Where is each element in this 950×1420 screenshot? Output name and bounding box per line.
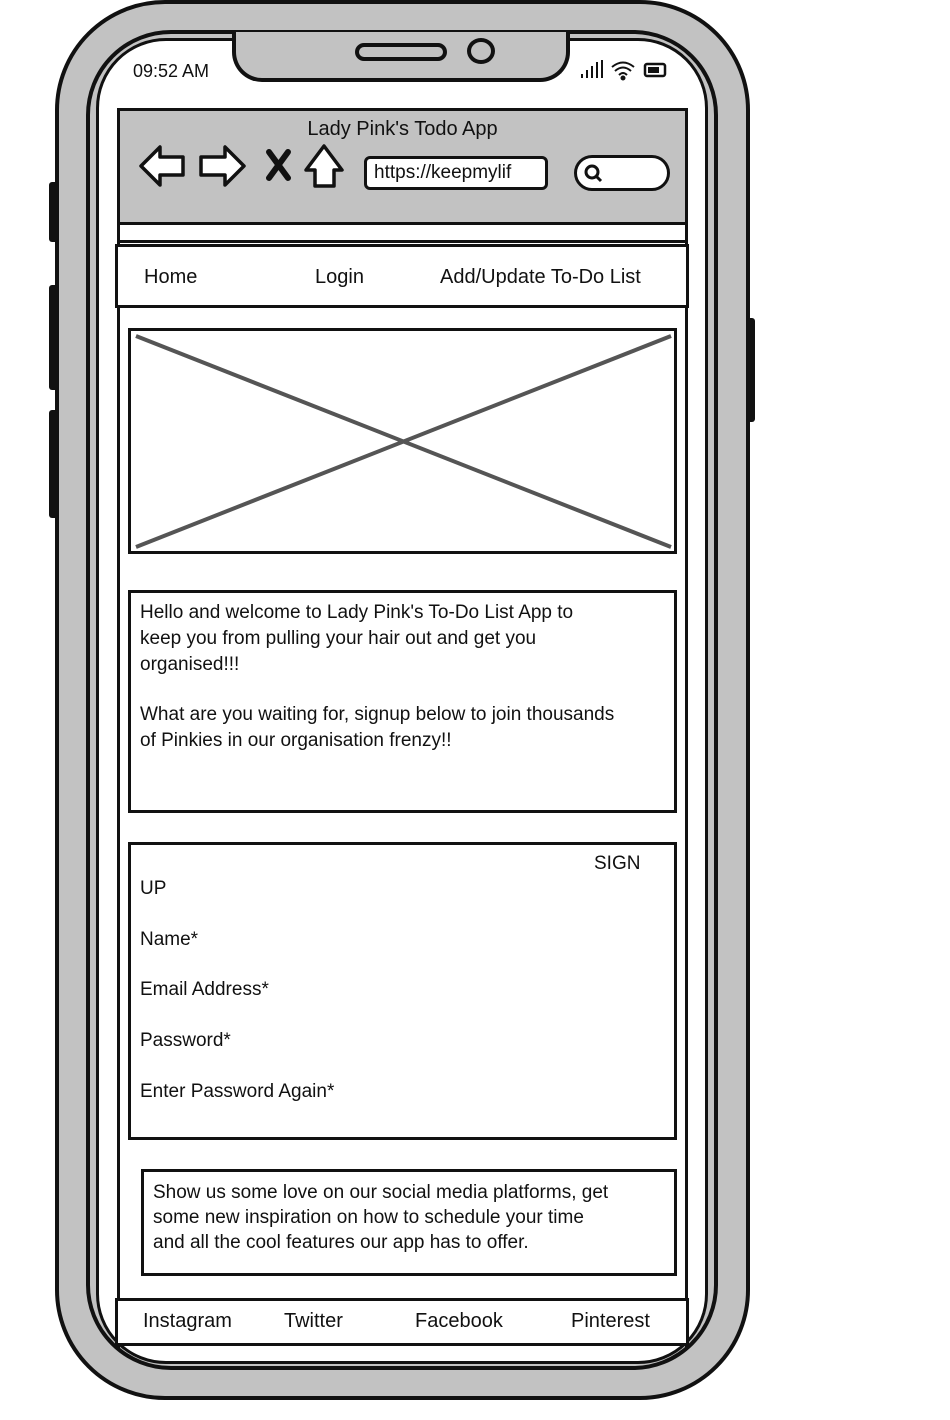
- page-right-rail: [685, 225, 688, 1350]
- nav-login-link[interactable]: Login: [315, 266, 364, 289]
- welcome-line: of Pinkies in our organisation frenzy!!: [140, 730, 452, 751]
- confirm-password-field[interactable]: Enter Password Again*: [140, 1081, 334, 1103]
- browser-nav-icons: [139, 144, 344, 188]
- url-field[interactable]: https://keepmylif: [364, 156, 548, 190]
- footer-facebook-link[interactable]: Facebook: [415, 1310, 503, 1333]
- status-icons: [581, 60, 667, 81]
- speaker-icon: [355, 43, 447, 61]
- social-line: Show us some love on our social media pl…: [153, 1182, 609, 1203]
- forward-arrow-icon[interactable]: [199, 145, 246, 187]
- browser-title: Lady Pink's Todo App: [307, 118, 498, 140]
- welcome-line: keep you from pulling your hair out and …: [140, 628, 537, 649]
- footer-instagram-link[interactable]: Instagram: [143, 1310, 232, 1333]
- email-field[interactable]: Email Address*: [140, 979, 269, 1001]
- welcome-line: What are you waiting for, signup below t…: [140, 704, 615, 725]
- back-arrow-icon[interactable]: [139, 145, 185, 187]
- mute-switch: [49, 182, 58, 242]
- signup-title: SIGN: [594, 853, 641, 874]
- welcome-line: organised!!!: [140, 654, 240, 675]
- power-button: [746, 318, 755, 422]
- footer-twitter-link[interactable]: Twitter: [284, 1310, 343, 1333]
- signup-title-continued: UP: [140, 878, 167, 899]
- close-icon[interactable]: [266, 149, 291, 181]
- browser-search-field[interactable]: [574, 155, 670, 191]
- social-line: and all the cool features our app has to…: [153, 1232, 529, 1253]
- social-text: Show us some love on our social media pl…: [153, 1180, 673, 1255]
- camera-icon: [467, 38, 495, 64]
- name-field[interactable]: Name*: [140, 929, 198, 951]
- social-line: some new inspiration on how to schedule …: [153, 1207, 584, 1228]
- welcome-line: Hello and welcome to Lady Pink's To-Do L…: [140, 602, 574, 623]
- wifi-icon: [611, 61, 635, 81]
- page-top-line: [117, 240, 688, 243]
- hero-image-placeholder: [128, 328, 677, 554]
- footer-pinterest-link[interactable]: Pinterest: [571, 1310, 650, 1333]
- battery-icon: [643, 62, 667, 78]
- volume-down-button: [49, 410, 58, 518]
- password-field[interactable]: Password*: [140, 1030, 231, 1052]
- signal-icon: [581, 60, 603, 78]
- image-placeholder-icon: [135, 334, 672, 549]
- home-icon[interactable]: [304, 144, 344, 188]
- search-icon: [584, 164, 603, 183]
- nav-home-link[interactable]: Home: [144, 266, 197, 289]
- welcome-text: Hello and welcome to Lady Pink's To-Do L…: [140, 600, 670, 754]
- page-left-rail: [117, 225, 120, 1350]
- volume-up-button: [49, 285, 58, 390]
- nav-add-update-link[interactable]: Add/Update To-Do List: [440, 266, 641, 289]
- status-time: 09:52 AM: [133, 61, 210, 81]
